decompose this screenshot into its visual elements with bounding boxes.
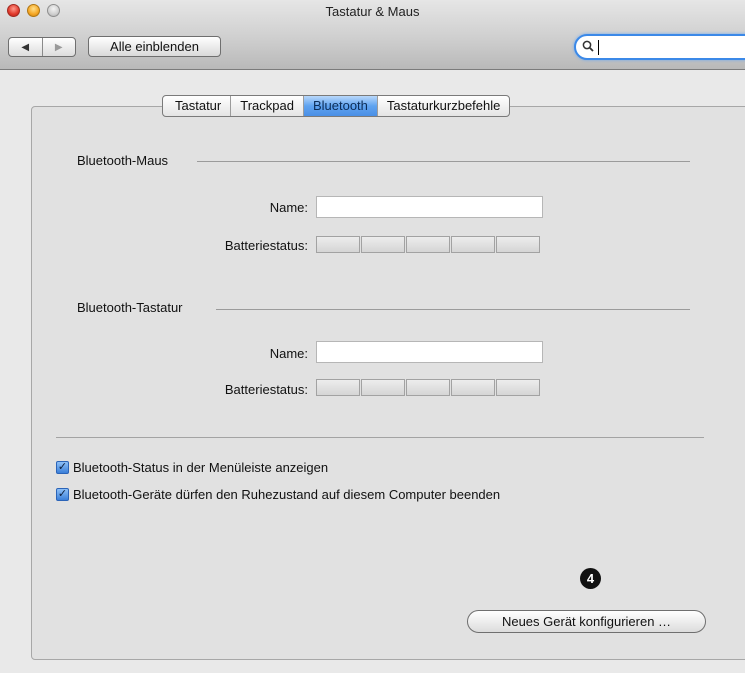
battery-segment [316,236,360,253]
mouse-name-field [316,196,543,218]
battery-segment [496,236,540,253]
back-arrow-icon[interactable]: ◀ [9,38,42,56]
battery-segment [316,379,360,396]
allow-wake-label: Bluetooth-Geräte dürfen den Ruhezustand … [73,487,501,502]
mouse-section-title: Bluetooth-Maus [77,153,169,168]
back-forward-control: ◀ ▶ [8,37,76,57]
pane-tabs: Tastatur Trackpad Bluetooth Tastaturkurz… [162,95,511,117]
tab-tastaturkurzbefehle[interactable]: Tastaturkurzbefehle [376,96,509,116]
checkmark-icon[interactable]: ✓ [56,488,69,501]
battery-segment [451,236,495,253]
battery-segment [406,236,450,253]
window-title: Tastatur & Maus [325,4,420,19]
search-icon [582,40,596,54]
battery-segment [361,236,405,253]
set-up-new-device-button[interactable]: Neues Gerät konfigurieren … [467,610,706,633]
keyboard-name-field [316,341,543,363]
tab-tastatur[interactable]: Tastatur [163,96,230,116]
show-status-in-menubar-checkbox[interactable]: ✓ Bluetooth-Status in der Menüleiste anz… [56,460,328,475]
mouse-battery-label: Batteriestatus: [224,238,308,253]
allow-wake-checkbox[interactable]: ✓ Bluetooth-Geräte dürfen den Ruhezustan… [56,487,500,502]
window-toolbar: Tastatur & Maus ◀ ▶ Alle einblenden [0,0,745,70]
mouse-battery-indicator [316,236,540,253]
mouse-name-label: Name: [269,200,308,215]
battery-segment [451,379,495,396]
battery-segment [406,379,450,396]
keyboard-section-rule [216,309,690,310]
tab-bluetooth[interactable]: Bluetooth [302,96,377,116]
step-marker-badge: 4 [580,568,601,589]
section-divider [56,437,704,438]
mouse-section-rule [197,161,690,162]
search-field[interactable] [574,34,745,60]
tab-trackpad[interactable]: Trackpad [230,96,303,116]
checkmark-icon[interactable]: ✓ [56,461,69,474]
keyboard-battery-indicator [316,379,540,396]
keyboard-battery-label: Batteriestatus: [224,382,308,397]
battery-segment [361,379,405,396]
keyboard-name-label: Name: [269,346,308,361]
text-caret [598,40,599,55]
battery-segment [496,379,540,396]
forward-arrow-icon[interactable]: ▶ [41,38,76,56]
show-all-button[interactable]: Alle einblenden [88,36,221,57]
show-status-in-menubar-label: Bluetooth-Status in der Menüleiste anzei… [73,460,329,475]
keyboard-section-title: Bluetooth-Tastatur [77,300,183,315]
